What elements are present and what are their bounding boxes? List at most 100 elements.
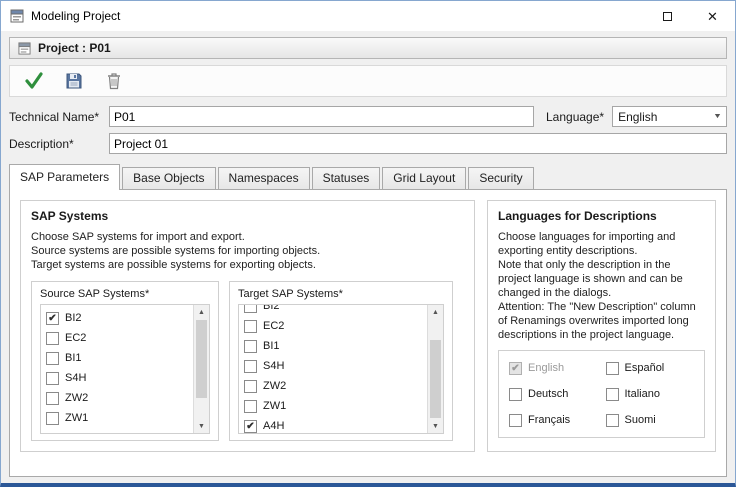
chevron-down-icon: ▼ <box>713 113 722 120</box>
checkbox-label: ZW2 <box>263 380 286 392</box>
language-italiano[interactable]: Italiano <box>606 384 695 404</box>
checkbox-unchecked-icon[interactable] <box>244 340 257 353</box>
source-system-bi1[interactable]: BI1 <box>46 348 193 368</box>
close-button[interactable]: ✕ <box>690 1 735 31</box>
checkbox-unchecked-icon[interactable] <box>244 380 257 393</box>
target-system-zw2[interactable]: ZW2 <box>244 376 427 396</box>
checkbox-unchecked-icon[interactable] <box>606 388 619 401</box>
project-header-title: Project : P01 <box>38 41 111 55</box>
modeling-project-dialog: Modeling Project ✕ Project : P01 <box>0 0 736 487</box>
technical-name-field[interactable] <box>109 106 534 127</box>
checkbox-unchecked-icon[interactable] <box>509 388 522 401</box>
checkbox-checked-icon[interactable]: ✔ <box>46 312 59 325</box>
target-system-zw1[interactable]: ZW1 <box>244 396 427 416</box>
checkbox-unchecked-icon[interactable] <box>46 412 59 425</box>
confirm-button[interactable] <box>22 69 46 93</box>
window-title: Modeling Project <box>31 9 645 23</box>
target-system-bi2[interactable]: BI2 <box>244 305 427 316</box>
tab-base-objects[interactable]: Base Objects <box>122 167 215 189</box>
tab-grid-layout[interactable]: Grid Layout <box>382 167 466 189</box>
target-system-s4h[interactable]: S4H <box>244 356 427 376</box>
source-systems-list[interactable]: ✔BI2 EC2 BI1S4H ZW2 ZW1 ▲ ▼ <box>40 304 210 434</box>
target-system-a4h[interactable]: ✔A4H <box>244 416 427 433</box>
language-français[interactable]: Français <box>509 410 598 430</box>
scroll-track[interactable] <box>428 319 443 419</box>
checkbox-unchecked-icon[interactable] <box>46 332 59 345</box>
form-row-technical-name: Technical Name* Language* English ▼ <box>9 106 727 127</box>
checkbox-unchecked-icon[interactable] <box>509 414 522 427</box>
scroll-thumb[interactable] <box>196 320 207 398</box>
description-label: Description* <box>9 137 109 151</box>
description-line: Target systems are possible systems for … <box>31 258 464 272</box>
description-line: Source systems are possible systems for … <box>31 244 464 258</box>
save-button[interactable] <box>62 69 86 93</box>
tab-security[interactable]: Security <box>468 167 533 189</box>
scroll-down-icon[interactable]: ▼ <box>428 419 443 433</box>
checkbox-label: BI1 <box>263 340 280 352</box>
checkbox-unchecked-icon[interactable] <box>46 392 59 405</box>
checkbox-unchecked-icon[interactable] <box>244 305 257 313</box>
languages-group: Languages for Descriptions Choose langua… <box>487 200 716 452</box>
tab-panel-sap-parameters: SAP Systems Choose SAP systems for impor… <box>9 189 727 477</box>
technical-name-label: Technical Name* <box>9 110 109 124</box>
scroll-down-icon[interactable]: ▼ <box>194 419 209 433</box>
checkbox-label: ZW2 <box>65 392 88 404</box>
toolbar <box>9 65 727 97</box>
scroll-up-icon[interactable]: ▲ <box>428 305 443 319</box>
source-system-ec2[interactable]: EC2 <box>46 328 193 348</box>
source-system-s4h[interactable]: S4H <box>46 368 193 388</box>
scroll-thumb[interactable] <box>430 340 441 418</box>
tab-statuses[interactable]: Statuses <box>312 167 381 189</box>
scroll-up-icon[interactable]: ▲ <box>194 305 209 319</box>
checkbox-label: Italiano <box>625 388 660 400</box>
delete-button[interactable] <box>102 69 126 93</box>
dialog-content: Project : P01 <box>1 31 735 477</box>
target-system-ec2[interactable]: EC2 <box>244 316 427 336</box>
language-deutsch[interactable]: Deutsch <box>509 384 598 404</box>
checkbox-label: ZW1 <box>65 412 88 424</box>
checkbox-checked-icon[interactable]: ✔ <box>244 420 257 433</box>
source-system-bi2[interactable]: ✔BI2 <box>46 308 193 328</box>
language-español[interactable]: Español <box>606 358 695 378</box>
language-label: Language* <box>546 110 604 124</box>
description-line: Choose SAP systems for import and export… <box>31 230 464 244</box>
maximize-button[interactable] <box>645 1 690 31</box>
language-items: ✔English Español Deutsch Italiano Français Su… <box>498 350 705 438</box>
checkbox-label: BI2 <box>263 305 280 312</box>
floppy-disk-icon <box>65 72 83 90</box>
checkmark-icon <box>24 72 44 90</box>
checkbox-unchecked-icon[interactable] <box>606 362 619 375</box>
checkbox-label: EC2 <box>65 332 86 344</box>
tab-sap-parameters[interactable]: SAP Parameters <box>9 164 120 190</box>
description-line: Attention: The "New Description" column … <box>498 300 705 342</box>
target-systems-list[interactable]: BI2 EC2 BI1 S4H ZW2 ZW1 ✔A4H ▲ ▼ <box>238 304 444 434</box>
checkbox-unchecked-icon[interactable] <box>46 352 59 365</box>
checkbox-unchecked-icon[interactable] <box>244 320 257 333</box>
source-system-zw2[interactable]: ZW2 <box>46 388 193 408</box>
description-line: Choose languages for importing and expor… <box>498 230 705 258</box>
tab-namespaces[interactable]: Namespaces <box>218 167 310 189</box>
source-systems-panel: Source SAP Systems* ✔BI2 EC2 BI1S4H ZW2 ZW1 … <box>31 281 219 441</box>
checkbox-label: Français <box>528 414 570 426</box>
language-suomi[interactable]: Suomi <box>606 410 695 430</box>
checkbox-unchecked-icon[interactable] <box>606 414 619 427</box>
checkbox-label: ZW1 <box>263 400 286 412</box>
language-select[interactable]: English ▼ <box>612 106 727 127</box>
description-field[interactable] <box>109 133 727 154</box>
checkbox-unchecked-icon[interactable] <box>244 360 257 373</box>
checkbox-unchecked-icon[interactable] <box>244 400 257 413</box>
source-scrollbar[interactable]: ▲ ▼ <box>193 305 209 433</box>
target-system-bi1[interactable]: BI1 <box>244 336 427 356</box>
maximize-icon <box>663 12 672 21</box>
checkbox-unchecked-icon[interactable] <box>46 372 59 385</box>
language-selected-value: English <box>618 110 657 124</box>
scroll-track[interactable] <box>194 319 209 419</box>
source-system-zw1[interactable]: ZW1 <box>46 408 193 428</box>
tab-bar: SAP ParametersBase ObjectsNamespacesStat… <box>9 162 727 189</box>
target-scrollbar[interactable]: ▲ ▼ <box>427 305 443 433</box>
language-english[interactable]: ✔English <box>509 358 598 378</box>
checkbox-label: Suomi <box>625 414 656 426</box>
source-systems-label: Source SAP Systems* <box>40 288 210 300</box>
description-line: Note that only the description in the pr… <box>498 258 705 300</box>
title-bar[interactable]: Modeling Project ✕ <box>1 1 735 31</box>
